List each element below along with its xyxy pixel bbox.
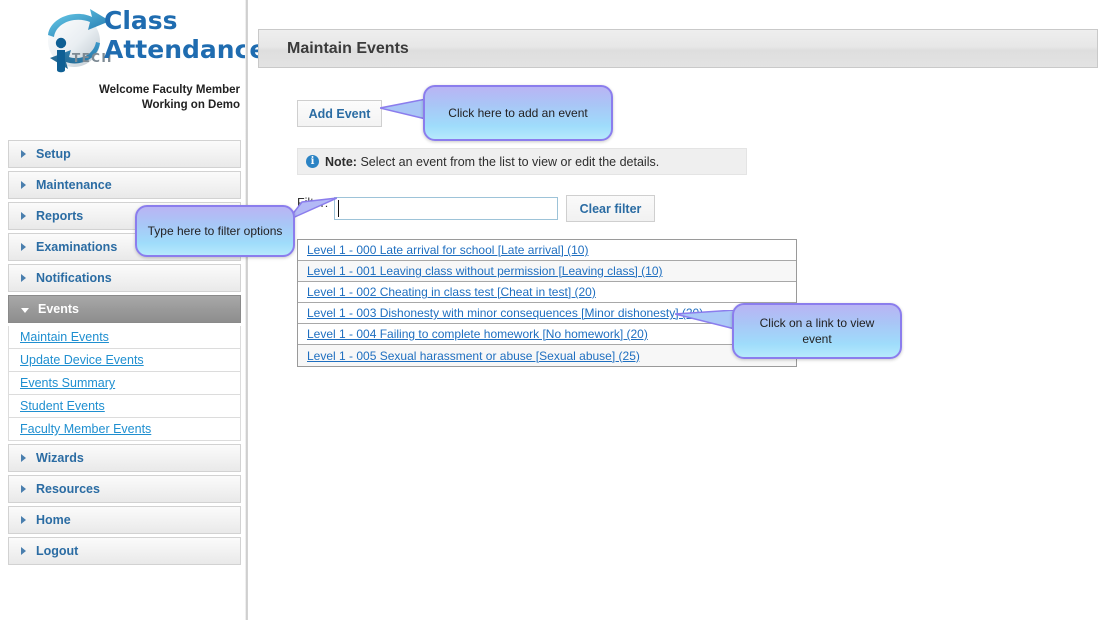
- sidebar-item-maintain-events[interactable]: Maintain Events: [8, 326, 241, 349]
- sidebar-item-label: Resources: [36, 482, 100, 496]
- sidebar-submenu-events: Maintain Events Update Device Events Eve…: [8, 326, 241, 441]
- sidebar-item-wizards[interactable]: Wizards: [8, 444, 241, 472]
- sidebar-subitem-label: Update Device Events: [20, 353, 144, 367]
- sidebar-item-notifications[interactable]: Notifications: [8, 264, 241, 292]
- sidebar-subitem-label: Faculty Member Events: [20, 422, 152, 436]
- sidebar-item-faculty-member-events[interactable]: Faculty Member Events: [8, 418, 241, 441]
- sidebar-item-logout[interactable]: Logout: [8, 537, 241, 565]
- chevron-right-icon: [21, 454, 26, 462]
- application-window: TECH Class Attendance Welcome Faculty Me…: [0, 0, 1100, 620]
- callout-add-event: Click here to add an event: [423, 85, 613, 141]
- brand-title-line1: Class: [104, 6, 178, 35]
- note-body: Select an event from the list to view or…: [360, 154, 660, 169]
- event-link: Level 1 - 002 Cheating in class test [Ch…: [307, 285, 596, 299]
- sidebar-item-label: Maintenance: [36, 178, 112, 192]
- info-circle-icon: i: [306, 155, 319, 168]
- sidebar-item-label: Setup: [36, 147, 71, 161]
- sidebar-subitem-label: Student Events: [20, 399, 105, 413]
- event-link: Level 1 - 000 Late arrival for school [L…: [307, 243, 589, 257]
- chevron-right-icon: [21, 547, 26, 555]
- page-header: Maintain Events: [258, 29, 1098, 68]
- chevron-right-icon: [21, 485, 26, 493]
- note-banner: i Note: Select an event from the list to…: [297, 148, 747, 175]
- page-title: Maintain Events: [287, 39, 409, 57]
- add-event-button[interactable]: Add Event: [297, 100, 382, 127]
- event-link: Level 1 - 004 Failing to complete homewo…: [307, 327, 648, 341]
- sidebar: TECH Class Attendance Welcome Faculty Me…: [0, 0, 267, 620]
- brand-title-line2: Attendance: [104, 35, 267, 64]
- callout-tail-view-event: [675, 310, 736, 330]
- event-link: Level 1 - 001 Leaving class without perm…: [307, 264, 663, 278]
- callout-tail-add-event: [380, 98, 427, 120]
- callout-filter: Type here to filter options: [135, 205, 295, 257]
- chevron-right-icon: [21, 274, 26, 282]
- note-text: Note: Select an event from the list to v…: [325, 155, 659, 169]
- welcome-message: Welcome Faculty Member Working on Demo: [0, 83, 240, 113]
- sidebar-item-setup[interactable]: Setup: [8, 140, 241, 168]
- brand-title: Class Attendance: [104, 6, 267, 64]
- sidebar-item-label: Examinations: [36, 240, 118, 254]
- sidebar-item-label: Home: [36, 513, 71, 527]
- brand-header: TECH Class Attendance Welcome Faculty Me…: [0, 0, 267, 111]
- note-prefix: Note:: [325, 154, 357, 169]
- event-link: Level 1 - 005 Sexual harassment or abuse…: [307, 348, 640, 363]
- sidebar-item-label: Logout: [36, 544, 79, 558]
- list-item[interactable]: Level 1 - 002 Cheating in class test [Ch…: [298, 282, 796, 303]
- event-list: Level 1 - 000 Late arrival for school [L…: [297, 239, 797, 367]
- welcome-context: Working on Demo: [141, 99, 240, 111]
- chevron-right-icon: [21, 516, 26, 524]
- chevron-right-icon: [21, 243, 26, 251]
- sidebar-divider: [245, 0, 248, 620]
- sidebar-item-home[interactable]: Home: [8, 506, 241, 534]
- sidebar-item-student-events[interactable]: Student Events: [8, 395, 241, 418]
- sidebar-item-update-device-events[interactable]: Update Device Events: [8, 349, 241, 372]
- sidebar-item-label: Notifications: [36, 271, 112, 285]
- event-link: Level 1 - 003 Dishonesty with minor cons…: [307, 306, 704, 320]
- sidebar-item-label: Reports: [36, 209, 84, 223]
- sidebar-item-events-summary[interactable]: Events Summary: [8, 372, 241, 395]
- chevron-right-icon: [21, 181, 26, 189]
- clear-filter-button[interactable]: Clear filter: [566, 195, 655, 222]
- text-cursor: [338, 200, 339, 217]
- list-item[interactable]: Level 1 - 000 Late arrival for school [L…: [298, 240, 796, 261]
- sidebar-item-events[interactable]: Events: [8, 295, 241, 323]
- sidebar-item-resources[interactable]: Resources: [8, 475, 241, 503]
- sidebar-item-label: Wizards: [36, 451, 84, 465]
- list-item[interactable]: Level 1 - 001 Leaving class without perm…: [298, 261, 796, 282]
- sidebar-subitem-label: Events Summary: [20, 376, 116, 390]
- welcome-user: Welcome Faculty Member: [98, 84, 240, 96]
- sidebar-item-label: Events: [38, 302, 79, 316]
- chevron-down-icon: [21, 307, 29, 313]
- chevron-right-icon: [21, 150, 26, 158]
- callout-view-event: Click on a link to view event: [732, 303, 902, 359]
- list-item[interactable]: Level 1 - 005 Sexual harassment or abuse…: [298, 345, 796, 366]
- filter-input[interactable]: [334, 197, 558, 220]
- sidebar-subitem-label: Maintain Events: [20, 330, 109, 344]
- chevron-right-icon: [21, 212, 26, 220]
- sidebar-item-maintenance[interactable]: Maintenance: [8, 171, 241, 199]
